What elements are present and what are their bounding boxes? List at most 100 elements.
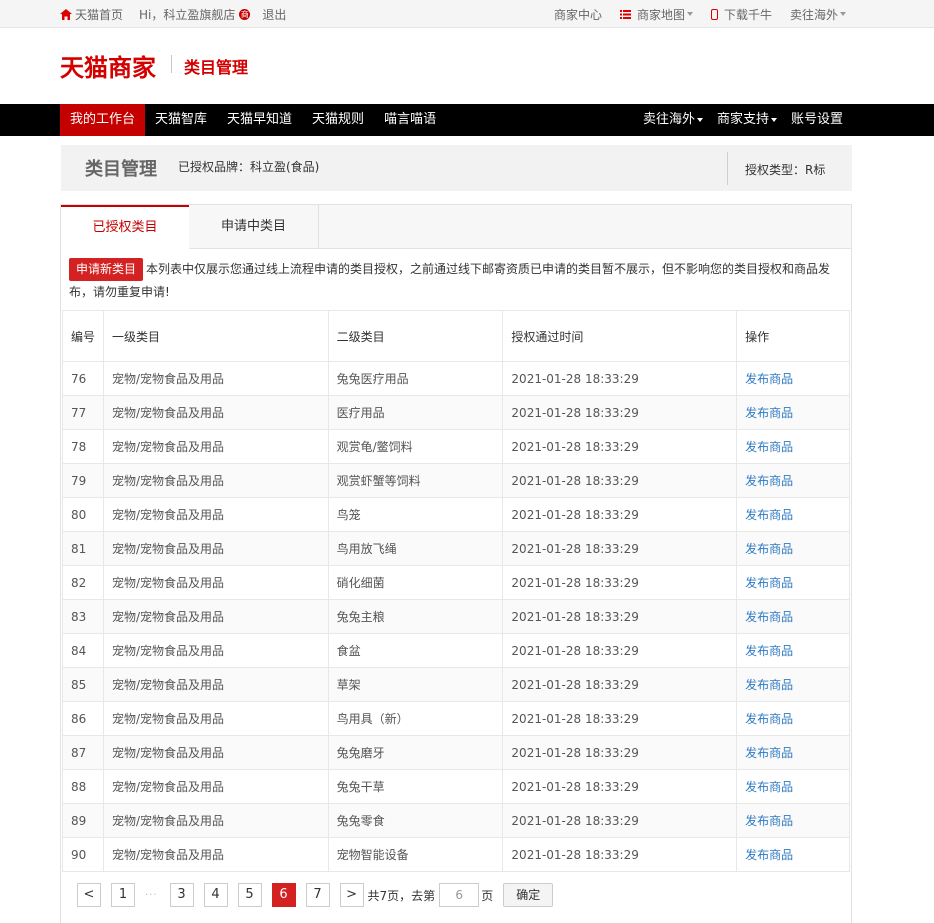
publish-product-link[interactable]: 发布商品	[736, 633, 850, 668]
category-table: 编号 一级类目 二级类目 授权通过时间 操作 76 宠物/宠物食品及用品 兔兔医疗用…	[62, 310, 850, 872]
publish-product-link[interactable]: 发布商品	[736, 565, 850, 600]
publish-product-link[interactable]: 发布商品	[736, 837, 850, 872]
cell-number: 84	[62, 633, 104, 668]
nav-item-think-tank[interactable]: 天猫智库	[145, 104, 217, 136]
header-subtitle: 类目管理	[184, 58, 249, 77]
table-row: 76 宠物/宠物食品及用品 兔兔医疗用品 2021-01-28 18:33:29 发布商…	[62, 361, 850, 396]
home-link[interactable]: 天猫首页	[60, 6, 123, 23]
col-header-auth-time: 授权通过时间	[502, 310, 738, 362]
cell-category-2: 鸟笼	[327, 497, 504, 532]
publish-product-link[interactable]: 发布商品	[736, 429, 850, 464]
page-button-1[interactable]: 1	[111, 883, 135, 907]
tab-authorized[interactable]: 已授权类目	[61, 205, 189, 250]
page-jump-confirm-button[interactable]: 确定	[503, 883, 554, 907]
category-tabs: 已授权类目 申请中类目	[61, 205, 851, 250]
table-row: 77 宠物/宠物食品及用品 医疗用品 2021-01-28 18:33:29 发布商品	[62, 395, 850, 430]
top-bar-left: 天猫首页 Hi，科立盈旗舰店 商 退出	[60, 0, 302, 28]
tmall-merchant-logo[interactable]: 天猫商家	[60, 48, 156, 83]
overseas-link[interactable]: 卖往海外	[790, 6, 846, 23]
cell-auth-time: 2021-01-28 18:33:29	[502, 531, 738, 566]
publish-product-link[interactable]: 发布商品	[736, 361, 850, 396]
publish-product-link[interactable]: 发布商品	[736, 701, 850, 736]
nav-item-workbench[interactable]: 我的工作台	[60, 104, 146, 136]
publish-product-link[interactable]: 发布商品	[736, 599, 850, 634]
nav-item-meow-talk[interactable]: 喵言喵语	[374, 104, 446, 136]
apply-new-category-button[interactable]: 申请新类目	[69, 258, 144, 281]
merchant-center-link[interactable]: 商家中心	[554, 6, 602, 23]
main-nav: 我的工作台 天猫智库 天猫早知道 天猫规则 喵言喵语 卖往海外 商家支持 账号设…	[0, 104, 934, 136]
nav-item-early-know[interactable]: 天猫早知道	[217, 104, 302, 136]
table-body: 76 宠物/宠物食品及用品 兔兔医疗用品 2021-01-28 18:33:29 发布商…	[62, 361, 850, 872]
overseas-label: 卖往海外	[789, 7, 838, 22]
chevron-down-icon	[686, 12, 693, 16]
cell-category-1: 宠物/宠物食品及用品	[102, 803, 329, 838]
page-button-current[interactable]: 6	[271, 883, 296, 907]
merchant-map-link[interactable]: 商家地图	[619, 6, 693, 23]
cell-category-1: 宠物/宠物食品及用品	[102, 633, 329, 668]
page-button-5[interactable]: 5	[237, 883, 262, 907]
merchant-center-label: 商家中心	[553, 7, 602, 22]
cell-category-1: 宠物/宠物食品及用品	[102, 701, 329, 736]
publish-product-link[interactable]: 发布商品	[736, 735, 850, 770]
cell-auth-time: 2021-01-28 18:33:29	[502, 599, 738, 634]
cell-auth-time: 2021-01-28 18:33:29	[502, 837, 738, 872]
download-qianniu-link[interactable]: 下载千牛	[710, 6, 772, 23]
publish-product-link[interactable]: 发布商品	[736, 531, 850, 566]
cell-category-1: 宠物/宠物食品及用品	[102, 599, 329, 634]
col-header-category-1: 一级类目	[102, 310, 329, 362]
cell-auth-time: 2021-01-28 18:33:29	[502, 701, 738, 736]
publish-product-link[interactable]: 发布商品	[736, 803, 850, 838]
cell-category-2: 兔兔主粮	[327, 599, 504, 634]
nav-item-account-settings[interactable]: 账号设置	[784, 104, 850, 136]
notice: 申请新类目 本列表中仅展示您通过线上流程申请的类目授权，之前通过线下邮寄资质已申请…	[69, 258, 849, 303]
chevron-down-icon	[696, 118, 703, 122]
cell-number: 78	[62, 429, 104, 464]
total-pages-text: 共7页，去第	[367, 888, 436, 903]
cell-category-1: 宠物/宠物食品及用品	[102, 531, 329, 566]
cell-category-1: 宠物/宠物食品及用品	[102, 395, 329, 430]
publish-product-link[interactable]: 发布商品	[736, 395, 850, 430]
table-row: 83 宠物/宠物食品及用品 兔兔主粮 2021-01-28 18:33:29 发布商品	[62, 599, 850, 634]
prev-page-button[interactable]: <	[77, 883, 101, 907]
cell-number: 85	[62, 667, 104, 702]
cell-number: 87	[62, 735, 104, 770]
nav-item-rules[interactable]: 天猫规则	[302, 104, 374, 136]
page-button-7[interactable]: 7	[305, 883, 330, 907]
cell-category-2: 兔兔磨牙	[327, 735, 504, 770]
pagination-ellipsis: ···	[145, 889, 158, 901]
chevron-down-icon	[770, 118, 777, 122]
logout-link[interactable]: 退出	[262, 6, 286, 23]
cell-auth-time: 2021-01-28 18:33:29	[502, 803, 738, 838]
cell-auth-time: 2021-01-28 18:33:29	[502, 395, 738, 430]
cell-number: 89	[62, 803, 104, 838]
cell-category-2: 宠物智能设备	[327, 837, 504, 872]
nav-item-support[interactable]: 商家支持	[710, 104, 784, 136]
cell-category-2: 食盆	[327, 633, 504, 668]
table-row: 81 宠物/宠物食品及用品 鸟用放飞绳 2021-01-28 18:33:29 发布商品	[62, 531, 850, 566]
phone-icon	[710, 8, 718, 20]
pagination: < 1 ··· 3 4 5 6 7 > 共7页，去第 6 页 确定	[77, 882, 554, 908]
nav-item-overseas[interactable]: 卖往海外	[636, 104, 710, 136]
notice-text: 本列表中仅展示您通过线上流程申请的类目授权，之前通过线下邮寄资质已申请的类目暂不…	[69, 262, 831, 299]
cell-auth-time: 2021-01-28 18:33:29	[502, 769, 738, 804]
greeting: Hi，科立盈旗舰店 商	[139, 6, 256, 23]
publish-product-link[interactable]: 发布商品	[736, 667, 850, 702]
col-header-category-2: 二级类目	[327, 310, 504, 362]
publish-product-link[interactable]: 发布商品	[736, 497, 850, 532]
download-label: 下载千牛	[723, 7, 772, 22]
tab-applying[interactable]: 申请中类目	[189, 205, 319, 249]
table-row: 78 宠物/宠物食品及用品 观赏龟/鳖饲料 2021-01-28 18:33:29 发布…	[62, 429, 850, 464]
next-page-button[interactable]: >	[339, 883, 364, 907]
cell-number: 82	[62, 565, 104, 600]
cell-category-2: 观赏虾蟹等饲料	[327, 463, 504, 498]
cell-auth-time: 2021-01-28 18:33:29	[502, 361, 738, 396]
table-row: 85 宠物/宠物食品及用品 草架 2021-01-28 18:33:29 发布商品	[62, 667, 850, 702]
nav-overseas-label: 卖往海外	[642, 112, 695, 127]
page-button-4[interactable]: 4	[203, 883, 228, 907]
table-row: 89 宠物/宠物食品及用品 兔兔零食 2021-01-28 18:33:29 发布商品	[62, 803, 850, 838]
page-jump-input[interactable]: 6	[439, 883, 480, 907]
publish-product-link[interactable]: 发布商品	[736, 463, 850, 498]
publish-product-link[interactable]: 发布商品	[736, 769, 850, 804]
page-button-3[interactable]: 3	[169, 883, 194, 907]
cell-number: 77	[62, 395, 104, 430]
